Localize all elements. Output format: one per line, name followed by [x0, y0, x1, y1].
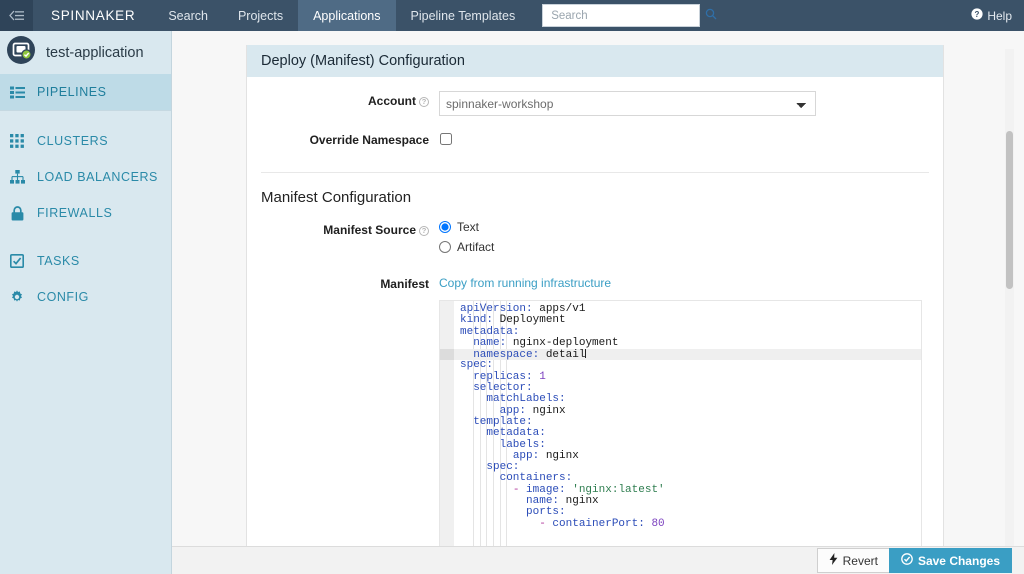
- application-window-check-icon: [6, 35, 36, 70]
- lock-icon: [8, 205, 26, 221]
- manifest-source-option-artifact[interactable]: Artifact: [439, 240, 943, 254]
- override-namespace-checkbox[interactable]: [440, 133, 452, 145]
- application-header[interactable]: test-application: [0, 31, 171, 74]
- nav-tab-projects[interactable]: Projects: [223, 0, 298, 31]
- deploy-manifest-configuration-panel: Deploy (Manifest) Configuration Account?…: [246, 45, 944, 574]
- nav-tab-pipeline-templates[interactable]: Pipeline Templates: [396, 0, 531, 31]
- application-name: test-application: [46, 44, 144, 61]
- save-changes-button[interactable]: Save Changes: [888, 548, 1012, 573]
- collapse-left-icon[interactable]: [0, 0, 33, 31]
- code-line[interactable]: app: nginx: [454, 450, 921, 462]
- manifest-source-radio-artifact[interactable]: [439, 241, 451, 253]
- code-line[interactable]: ports:: [454, 507, 921, 518]
- sidebar-item-label: CONFIG: [37, 290, 89, 304]
- application-sidebar: test-application PIPELINES CLUSTERS LOAD…: [0, 31, 172, 574]
- editor-gutter: [440, 301, 454, 574]
- editor-code-area[interactable]: apiVersion: apps/v1 kind: Deployment metad…: [454, 301, 921, 574]
- main-content-area: Deploy (Manifest) Configuration Account?…: [172, 31, 1024, 574]
- manifest-yaml-editor[interactable]: apiVersion: apps/v1 kind: Deployment metad…: [439, 300, 922, 574]
- nav-tab-applications[interactable]: Applications: [298, 0, 396, 31]
- code-line[interactable]: - containerPort: 80: [454, 518, 921, 530]
- manifest-source-radio-text[interactable]: [439, 221, 451, 233]
- search-input[interactable]: [551, 9, 706, 22]
- help-label: Help: [987, 8, 1012, 23]
- help-circle-icon[interactable]: ?: [419, 97, 429, 107]
- sidebar-item-load-balancers[interactable]: LOAD BALANCERS: [0, 159, 171, 195]
- global-search-box[interactable]: [542, 4, 717, 27]
- help-link[interactable]: ? Help: [971, 0, 1024, 31]
- sidebar-item-clusters[interactable]: CLUSTERS: [0, 123, 171, 159]
- manifest-source-row: Manifest Source? Text Artifact: [247, 206, 943, 260]
- copy-from-running-infrastructure-link[interactable]: Copy from running infrastructure: [439, 276, 611, 290]
- sidebar-item-label: FIREWALLS: [37, 206, 113, 220]
- checkbox-checked-icon: [8, 254, 26, 268]
- sitemap-icon: [8, 170, 26, 184]
- help-circle-icon[interactable]: ?: [419, 226, 429, 236]
- manifest-source-option-text[interactable]: Text: [439, 220, 943, 234]
- top-navigation-bar: SPINNAKER Search Projects Applications P…: [0, 0, 1024, 31]
- brand-logo[interactable]: SPINNAKER: [33, 0, 153, 31]
- sidebar-item-pipelines[interactable]: PIPELINES: [0, 74, 171, 110]
- bolt-icon: [829, 553, 838, 568]
- save-label: Save Changes: [917, 553, 1000, 568]
- grid-icon: [8, 134, 26, 148]
- manifest-source-label: Manifest Source?: [247, 220, 439, 237]
- code-line[interactable]: namespace: detail: [454, 349, 921, 361]
- revert-label: Revert: [842, 553, 878, 568]
- code-line[interactable]: kind: Deployment: [454, 315, 921, 326]
- gear-icon: [8, 290, 26, 304]
- account-label: Account?: [247, 91, 439, 108]
- sidebar-item-firewalls[interactable]: FIREWALLS: [0, 195, 171, 231]
- sidebar-item-label: PIPELINES: [37, 85, 107, 99]
- check-circle-icon: [901, 553, 913, 568]
- sidebar-item-config[interactable]: CONFIG: [0, 279, 171, 315]
- manifest-configuration-title: Manifest Configuration: [261, 189, 412, 206]
- sidebar-item-label: LOAD BALANCERS: [37, 170, 158, 184]
- account-row: Account? spinnaker-workshop: [247, 77, 943, 116]
- radio-label: Text: [457, 220, 480, 234]
- radio-label: Artifact: [457, 240, 495, 254]
- scrollbar-thumb[interactable]: [1006, 131, 1013, 289]
- manifest-row: Manifest Copy from running infrastructur…: [247, 260, 943, 574]
- editor-active-line-gutter: [440, 349, 454, 361]
- action-footer: Revert Save Changes: [172, 546, 1024, 574]
- help-circle-icon: ?: [971, 8, 983, 23]
- nav-tab-search[interactable]: Search: [153, 0, 223, 31]
- manifest-label: Manifest: [380, 277, 429, 291]
- page-title: Deploy (Manifest) Configuration: [247, 45, 943, 77]
- list-icon: [8, 86, 26, 99]
- account-select[interactable]: spinnaker-workshop: [439, 91, 816, 116]
- override-namespace-label: Override Namespace: [309, 133, 429, 147]
- sidebar-item-tasks[interactable]: TASKS: [0, 243, 171, 279]
- override-namespace-row: Override Namespace: [247, 116, 943, 150]
- sidebar-item-label: TASKS: [37, 254, 80, 268]
- search-icon[interactable]: [705, 7, 717, 25]
- content-scrollbar[interactable]: [1005, 49, 1014, 561]
- svg-text:?: ?: [975, 10, 980, 19]
- revert-button[interactable]: Revert: [816, 548, 889, 573]
- code-line[interactable]: name: nginx-deployment: [454, 337, 921, 349]
- sidebar-item-label: CLUSTERS: [37, 134, 109, 148]
